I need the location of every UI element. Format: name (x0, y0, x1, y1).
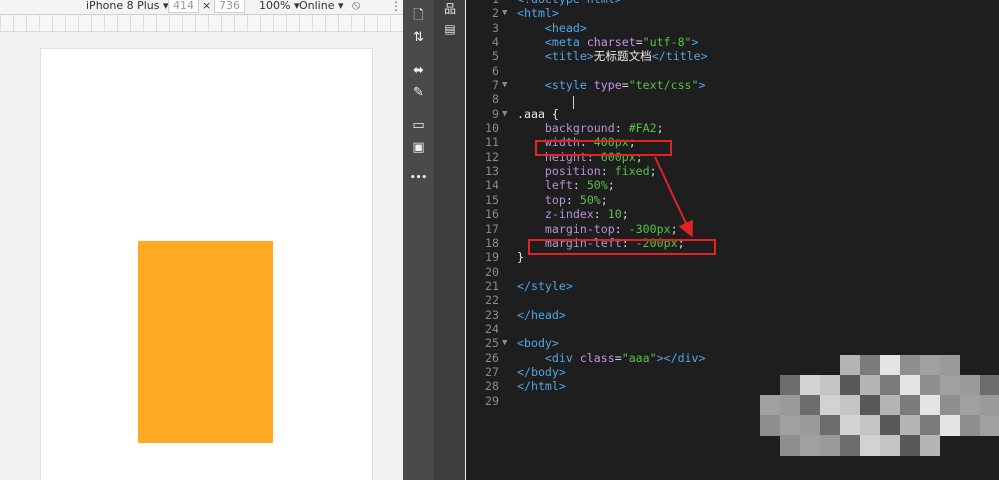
mosaic-block (900, 415, 920, 436)
mosaic-block (820, 435, 840, 456)
mosaic-block (980, 375, 999, 396)
mosaic-block (800, 395, 820, 416)
mosaic-block (920, 355, 940, 376)
mosaic-block (880, 415, 900, 436)
mosaic-block (800, 435, 820, 456)
mosaic-block (840, 415, 860, 436)
mosaic-block (780, 395, 800, 416)
mosaic-block (840, 375, 860, 396)
mosaic-block (860, 375, 880, 396)
pixelated-region (760, 355, 999, 456)
mosaic-block (880, 435, 900, 456)
mosaic-block (920, 395, 940, 416)
mosaic-block (780, 435, 800, 456)
mosaic-block (920, 435, 940, 456)
mosaic-block (840, 395, 860, 416)
mosaic-block (940, 355, 960, 376)
mosaic-block (780, 415, 800, 436)
mosaic-block (860, 355, 880, 376)
mosaic-block (940, 395, 960, 416)
mosaic-block (840, 435, 860, 456)
mosaic-block (980, 395, 999, 416)
mosaic-block (800, 415, 820, 436)
mosaic-block (820, 415, 840, 436)
mosaic-block (760, 415, 780, 436)
mosaic-block (820, 395, 840, 416)
mosaic-block (900, 435, 920, 456)
mosaic-block (880, 375, 900, 396)
mosaic-block (780, 375, 800, 396)
mosaic-block (920, 375, 940, 396)
mosaic-block (760, 395, 780, 416)
mosaic-block (820, 375, 840, 396)
mosaic-block (840, 355, 860, 376)
mosaic-block (880, 355, 900, 376)
mosaic-block (980, 415, 999, 436)
mosaic-block (920, 415, 940, 436)
mosaic-block (900, 375, 920, 396)
mosaic-block (800, 375, 820, 396)
mosaic-block (940, 375, 960, 396)
mosaic-block (860, 415, 880, 436)
mosaic-block (860, 435, 880, 456)
mosaic-block (940, 415, 960, 436)
mosaic-block (880, 395, 900, 416)
mosaic-block (900, 395, 920, 416)
mosaic-block (960, 395, 980, 416)
mosaic-block (860, 395, 880, 416)
mosaic-block (960, 375, 980, 396)
mosaic-block (900, 355, 920, 376)
mosaic-block (960, 415, 980, 436)
